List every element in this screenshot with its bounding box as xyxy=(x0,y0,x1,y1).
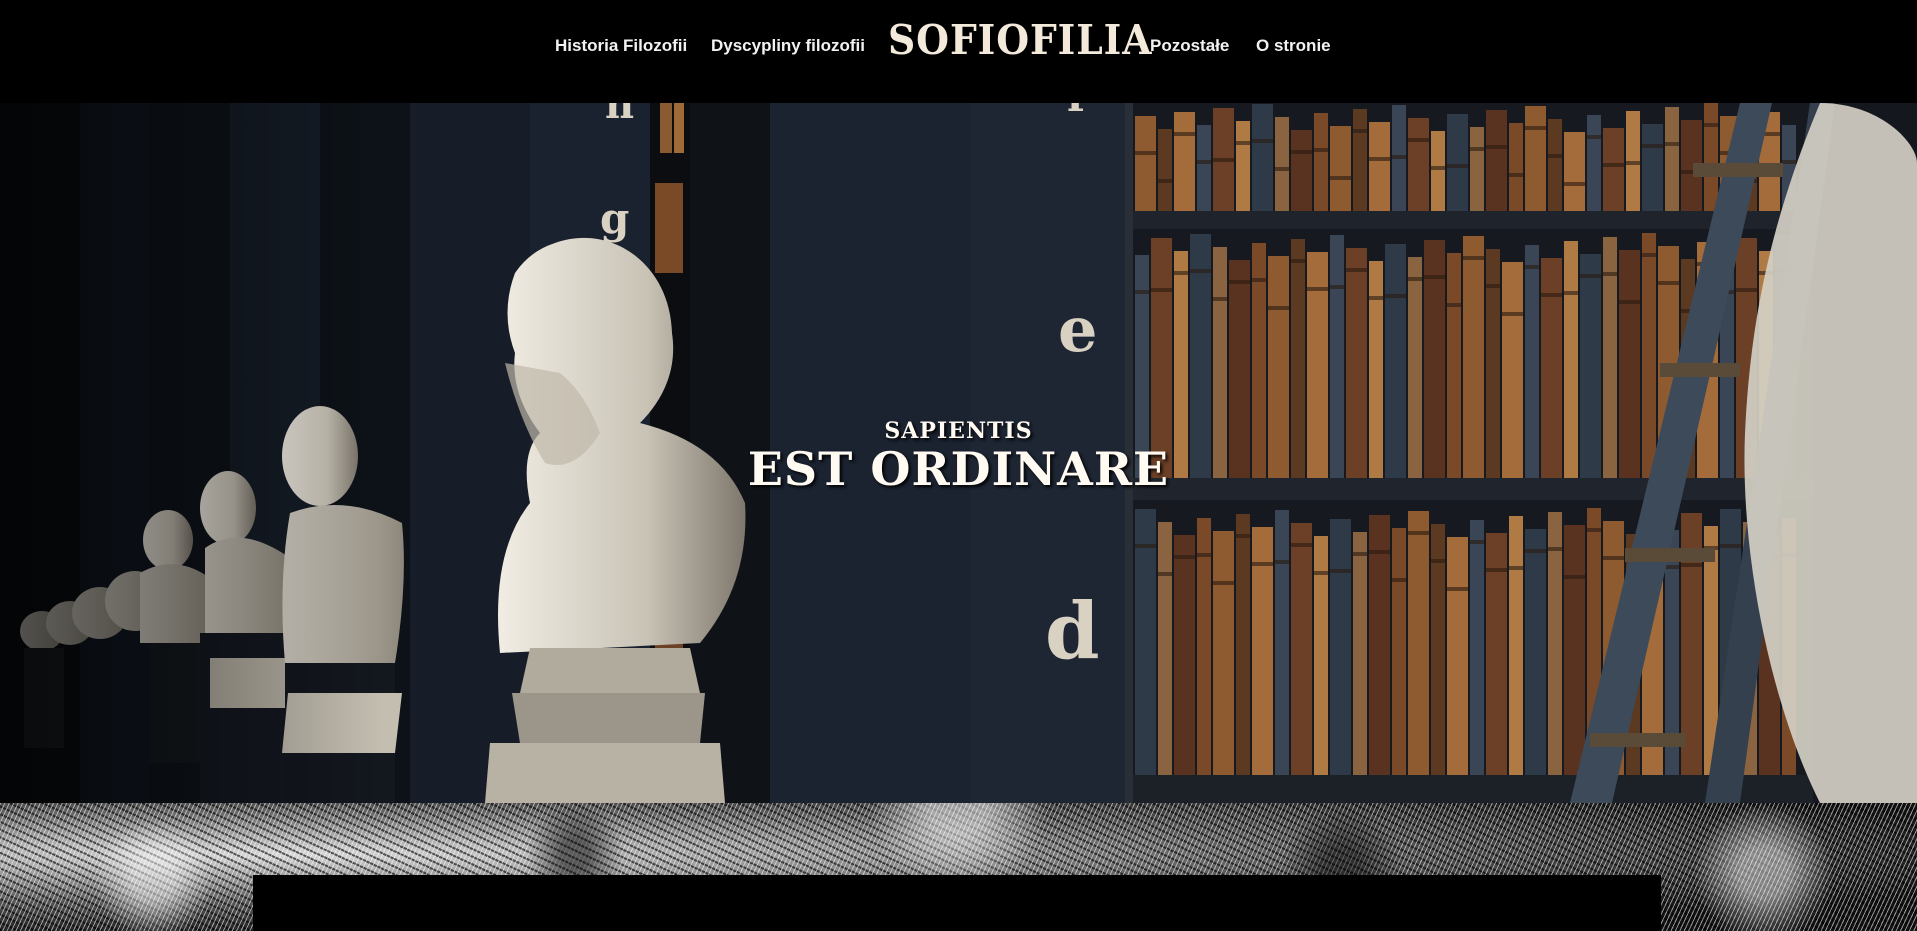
hero-banner: h g f e d xyxy=(0,103,1917,803)
nav-pozostale[interactable]: Pozostałe xyxy=(1150,36,1229,56)
motto-small: SAPIENTIS xyxy=(884,418,1033,444)
content-panel xyxy=(253,875,1661,931)
nav-historia-filozofii[interactable]: Historia Filozofii xyxy=(555,36,687,56)
nav-dyscypliny-filozofii[interactable]: Dyscypliny filozofii xyxy=(711,36,865,56)
motto-big: EST ORDINARE xyxy=(747,442,1170,496)
site-header: Historia Filozofii Dyscypliny filozofii … xyxy=(0,0,1917,103)
site-logo[interactable]: SOFIOFILIA xyxy=(888,16,1152,64)
nav-o-stronie[interactable]: O stronie xyxy=(1256,36,1331,56)
